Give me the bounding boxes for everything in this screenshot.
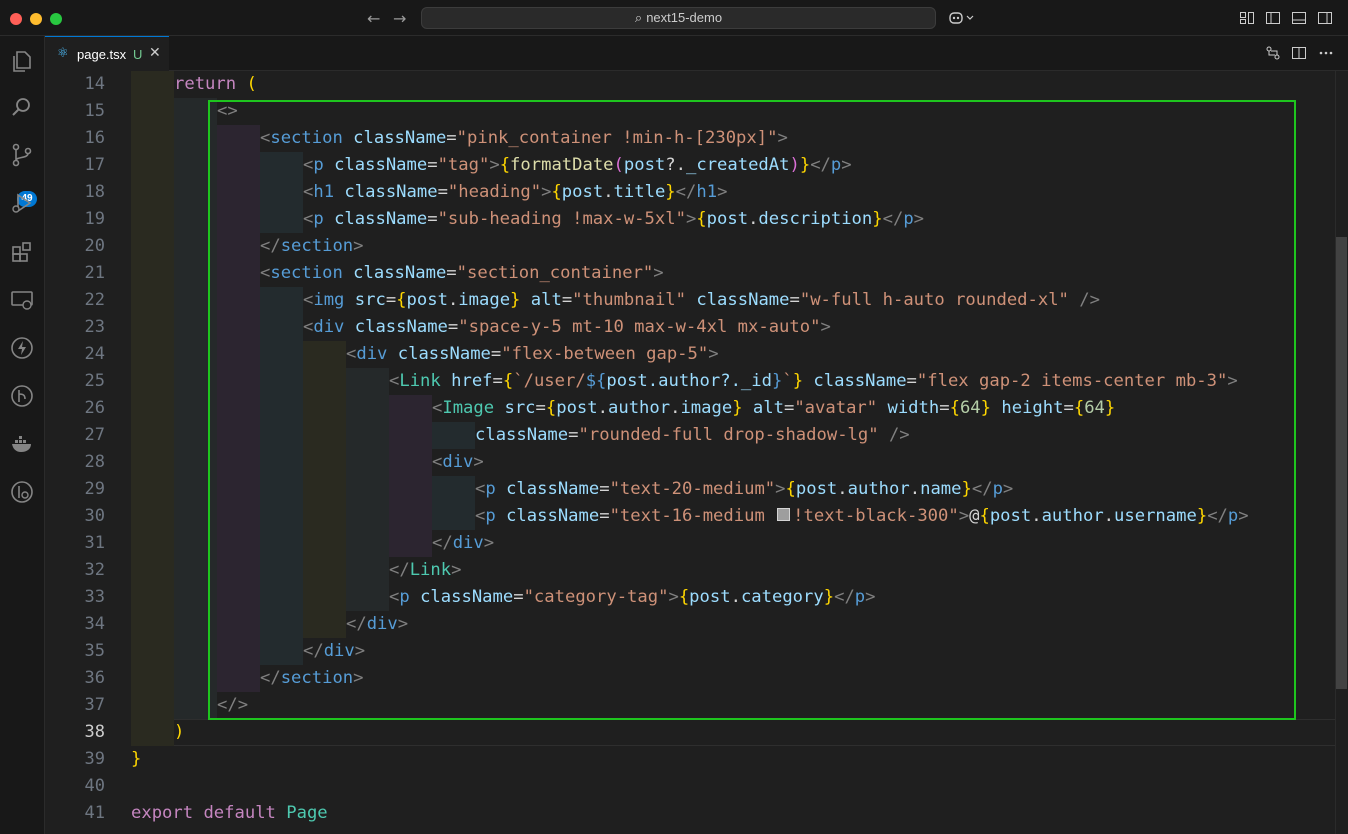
line-number: 23 [84, 317, 105, 337]
toggle-panel-icon[interactable] [1291, 10, 1307, 26]
line-number: 20 [84, 236, 105, 256]
customize-layout-icon[interactable] [1239, 10, 1255, 26]
code-line[interactable]: <p className="sub-heading !max-w-5xl">{p… [303, 206, 924, 233]
line-number: 27 [84, 425, 105, 445]
code-line[interactable]: <img src={post.image} alt="thumbnail" cl… [303, 287, 1100, 314]
code-line[interactable]: <Image src={post.author.image} alt="avat… [432, 395, 1115, 422]
editor-tab-bar: ⚛ page.tsx U ✕ [45, 36, 1348, 71]
docker-icon[interactable] [9, 431, 35, 457]
split-editor-icon[interactable] [1291, 45, 1307, 61]
code-line[interactable]: </> [217, 692, 248, 719]
explorer-icon[interactable] [9, 48, 35, 74]
line-number: 18 [84, 182, 105, 202]
line-number: 33 [84, 587, 105, 607]
line-number: 25 [84, 371, 105, 391]
line-number: 22 [84, 290, 105, 310]
line-number: 31 [84, 533, 105, 553]
line-number: 38 [84, 722, 105, 742]
code-line[interactable]: <p className="text-16-medium !text-black… [475, 503, 1249, 530]
line-number: 34 [84, 614, 105, 634]
line-number: 29 [84, 479, 105, 499]
search-icon[interactable] [9, 94, 35, 120]
line-number: 15 [84, 101, 105, 121]
code-line[interactable]: </Link> [389, 557, 461, 584]
tab-page-tsx[interactable]: ⚛ page.tsx U ✕ [45, 36, 169, 71]
line-number: 32 [84, 560, 105, 580]
maximize-window-button[interactable] [50, 13, 62, 25]
react-icon: ⚛ [57, 46, 69, 61]
toggle-secondary-sidebar-icon[interactable] [1317, 10, 1333, 26]
code-line[interactable]: <p className="category-tag">{post.catego… [389, 584, 876, 611]
window-title: next15-demo [646, 10, 723, 25]
line-number: 24 [84, 344, 105, 364]
code-line[interactable]: <div className="flex-between gap-5"> [346, 341, 719, 368]
scrollbar-thumb[interactable] [1336, 237, 1347, 689]
code-line[interactable]: <section className="pink_container !min-… [260, 125, 788, 152]
code-editor[interactable]: 14 15 16 17 18 19 20 21 22 23 24 25 26 2… [45, 71, 1348, 834]
code-line[interactable]: className="rounded-full drop-shadow-lg" … [475, 422, 910, 449]
line-number: 19 [84, 209, 105, 229]
code-line[interactable]: <p className="tag">{formatDate(post?._cr… [303, 152, 852, 179]
line-number: 35 [84, 641, 105, 661]
command-center-search[interactable]: ⌕ next15-demo [421, 7, 936, 29]
code-line[interactable]: <section className="section_container"> [260, 260, 664, 287]
minimize-window-button[interactable] [30, 13, 42, 25]
close-icon[interactable]: ✕ [149, 45, 161, 61]
source-control-icon[interactable] [9, 142, 35, 168]
back-arrow-icon[interactable]: ← [367, 9, 380, 28]
line-number: 28 [84, 452, 105, 472]
code-line[interactable]: export default Page [131, 800, 328, 827]
line-number: 30 [84, 506, 105, 526]
code-line[interactable]: </section> [260, 665, 364, 692]
run-and-debug-icon[interactable] [9, 190, 35, 216]
code-line[interactable]: </div> [346, 611, 408, 638]
code-line[interactable]: <> [217, 98, 238, 125]
code-line[interactable]: </div> [432, 530, 494, 557]
line-number: 40 [84, 776, 105, 796]
line-number: 36 [84, 668, 105, 688]
thunder-client-icon[interactable] [9, 335, 35, 361]
code-line[interactable]: ) [174, 719, 184, 746]
code-line[interactable]: <div className="space-y-5 mt-10 max-w-4x… [303, 314, 831, 341]
gitlens-icon[interactable] [9, 479, 35, 505]
more-actions-icon[interactable] [1318, 45, 1334, 61]
code-line[interactable]: </section> [260, 233, 364, 260]
toggle-primary-sidebar-icon[interactable] [1265, 10, 1281, 26]
line-number: 17 [84, 155, 105, 175]
code-line[interactable]: </div> [303, 638, 365, 665]
code-line[interactable]: <h1 className="heading">{post.title}</h1… [303, 179, 727, 206]
line-number: 37 [84, 695, 105, 715]
line-number: 41 [84, 803, 105, 823]
line-number: 21 [84, 263, 105, 283]
open-changes-icon[interactable] [1265, 45, 1281, 61]
tab-git-status: U [133, 47, 143, 62]
code-line[interactable]: <Link href={`/user/${post.author?._id}`}… [389, 368, 1238, 395]
line-number: 39 [84, 749, 105, 769]
activity-bar: 49 [0, 36, 45, 834]
code-line[interactable]: return ( [174, 71, 257, 98]
remote-explorer-icon[interactable] [9, 287, 35, 313]
color-swatch [777, 508, 791, 521]
git-graph-icon[interactable] [9, 383, 35, 409]
code-line[interactable]: <div> [432, 449, 484, 476]
line-number: 26 [84, 398, 105, 418]
line-number: 16 [84, 128, 105, 148]
code-line[interactable]: <p className="text-20-medium">{post.auth… [475, 476, 1013, 503]
line-number: 14 [84, 74, 105, 94]
code-line[interactable]: } [131, 746, 141, 773]
extensions-icon[interactable] [9, 239, 35, 265]
title-bar: ← → ⌕ next15-demo [0, 0, 1348, 36]
search-icon: ⌕ [634, 10, 643, 25]
copilot-icon[interactable] [948, 10, 976, 26]
tab-filename: page.tsx [77, 47, 127, 62]
forward-arrow-icon[interactable]: → [393, 9, 406, 28]
close-window-button[interactable] [10, 13, 22, 25]
